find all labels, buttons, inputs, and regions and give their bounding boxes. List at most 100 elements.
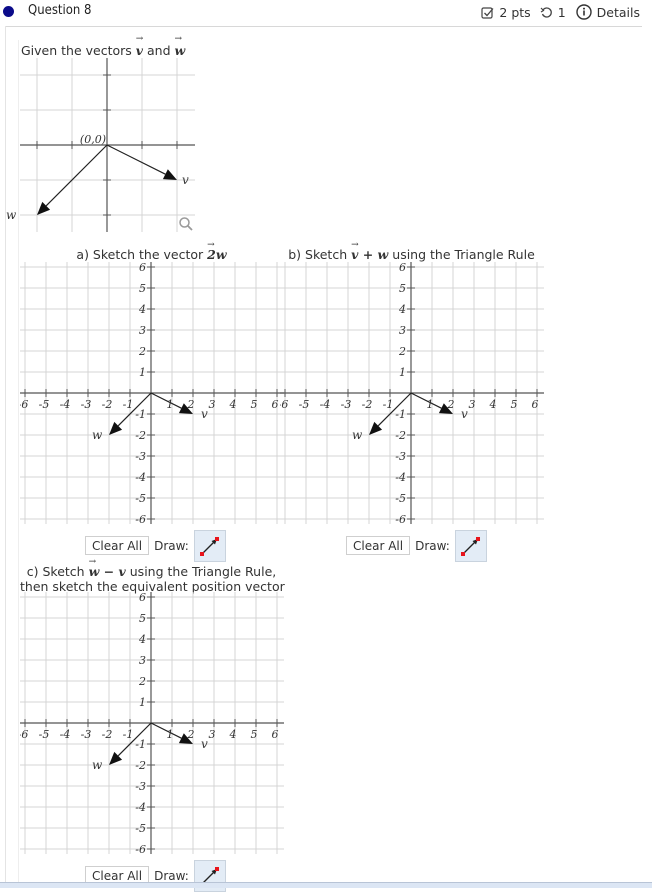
part-b-graph[interactable]: -6-5-4-3-2-1123456654321-1-2-3-4-5-6vw bbox=[280, 262, 544, 524]
x-tick-label: -6 bbox=[20, 728, 28, 741]
details-link[interactable]: Details bbox=[597, 5, 640, 20]
y-tick-label: -4 bbox=[135, 471, 146, 484]
part-b-clear-all-button[interactable]: Clear All bbox=[346, 536, 411, 555]
part-c-title-suffix: using the Triangle Rule, bbox=[125, 564, 277, 579]
part-b-title-math: v + w bbox=[351, 238, 388, 262]
x-tick-label: 3 bbox=[469, 398, 476, 411]
vector-v-label: v bbox=[201, 407, 208, 421]
part-c-title: c) Sketch w − v using the Triangle Rule,… bbox=[20, 555, 285, 594]
part-c-title-math: w − v bbox=[89, 555, 126, 579]
y-tick-label: -5 bbox=[135, 822, 146, 835]
x-tick-label: 3 bbox=[209, 728, 216, 741]
y-tick-label: -5 bbox=[135, 492, 146, 505]
y-tick-label: 3 bbox=[139, 324, 146, 337]
draw-vector-icon bbox=[460, 536, 480, 556]
magnifier-icon[interactable] bbox=[178, 216, 194, 236]
y-tick-label: -5 bbox=[395, 492, 406, 505]
y-tick-label: 5 bbox=[139, 612, 146, 625]
x-tick-label: -5 bbox=[299, 398, 310, 411]
y-tick-label: 2 bbox=[398, 345, 406, 358]
checkbox-icon bbox=[481, 6, 494, 19]
question-status-dot bbox=[3, 6, 14, 17]
given-prompt: Given the vectors v and w bbox=[21, 34, 186, 58]
x-tick-label: 1 bbox=[167, 728, 174, 741]
part-a-controls: Clear All Draw: bbox=[85, 529, 226, 562]
vector-v-label: v bbox=[182, 173, 189, 187]
part-c-title-line1: c) Sketch w − v using the Triangle Rule, bbox=[20, 555, 283, 579]
x-tick-label: -6 bbox=[20, 398, 28, 411]
part-a-draw-label: Draw: bbox=[154, 538, 189, 553]
y-tick-label: -3 bbox=[395, 450, 406, 463]
x-tick-label: 3 bbox=[209, 398, 216, 411]
points-value: 2 pts bbox=[499, 4, 531, 20]
x-tick-label: 5 bbox=[511, 398, 518, 411]
y-tick-label: -4 bbox=[135, 801, 146, 814]
y-tick-label: 6 bbox=[139, 262, 146, 274]
x-tick-label: -4 bbox=[60, 398, 71, 411]
part-a-graph[interactable]: -6-5-4-3-2-1123456654321-1-2-3-4-5-6vw bbox=[20, 262, 284, 524]
y-tick-label: -6 bbox=[135, 513, 146, 524]
x-tick-label: -4 bbox=[60, 728, 71, 741]
x-tick-label: 5 bbox=[251, 398, 258, 411]
question-left-border bbox=[5, 26, 6, 887]
vector-v-label: v bbox=[461, 407, 468, 421]
y-tick-label: -1 bbox=[135, 738, 146, 751]
y-tick-label: 4 bbox=[138, 633, 146, 646]
vector-w-arrow bbox=[37, 144, 108, 215]
vector-w-label: w bbox=[92, 428, 103, 442]
content-border bbox=[18, 40, 19, 885]
x-tick-label: -2 bbox=[102, 398, 113, 411]
y-tick-label: 1 bbox=[139, 366, 146, 379]
x-tick-label: 5 bbox=[251, 728, 258, 741]
part-a-title-math: 2w bbox=[207, 238, 226, 262]
vector-v-arrow bbox=[106, 144, 177, 180]
y-tick-label: 5 bbox=[399, 282, 406, 295]
x-tick-label: -1 bbox=[123, 398, 134, 411]
y-tick-label: -2 bbox=[135, 429, 146, 442]
y-tick-label: 5 bbox=[139, 282, 146, 295]
y-tick-label: -1 bbox=[395, 408, 406, 421]
header-divider bbox=[5, 26, 642, 27]
vector-w-label: w bbox=[92, 758, 103, 772]
part-a-clear-all-button[interactable]: Clear All bbox=[85, 536, 150, 555]
x-tick-label: -3 bbox=[81, 398, 92, 411]
part-b-title-text: b) Sketch bbox=[288, 247, 352, 262]
x-tick-label: 4 bbox=[229, 728, 237, 741]
retry-icon[interactable] bbox=[540, 6, 553, 19]
x-tick-label: 4 bbox=[489, 398, 497, 411]
x-tick-label: -2 bbox=[102, 728, 113, 741]
part-c-title-text: c) Sketch bbox=[26, 564, 89, 579]
part-a-title: a) Sketch the vector 2w bbox=[20, 238, 283, 262]
x-tick-label: 4 bbox=[229, 398, 237, 411]
part-b-draw-vector-button[interactable] bbox=[454, 529, 487, 562]
bottom-toolbar bbox=[0, 882, 652, 888]
y-tick-label: -6 bbox=[135, 843, 146, 854]
y-tick-label: 2 bbox=[138, 345, 146, 358]
draw-vector-icon bbox=[199, 536, 219, 556]
vector-w-symbol: w bbox=[175, 34, 186, 58]
y-tick-label: -2 bbox=[395, 429, 406, 442]
y-tick-label: 4 bbox=[138, 303, 146, 316]
y-tick-label: -3 bbox=[135, 780, 146, 793]
y-tick-label: 6 bbox=[399, 262, 406, 274]
prompt-and: and bbox=[143, 43, 175, 58]
x-tick-label: 1 bbox=[427, 398, 434, 411]
part-b-title-suffix: using the Triangle Rule bbox=[388, 247, 535, 262]
x-tick-label: 6 bbox=[272, 728, 279, 741]
part-c-graph[interactable]: -6-5-4-3-2-1123456654321-1-2-3-4-5-6vw bbox=[20, 592, 284, 854]
vector-w-label: w bbox=[352, 428, 363, 442]
y-tick-label: 1 bbox=[139, 696, 146, 709]
x-tick-label: -5 bbox=[39, 398, 50, 411]
y-tick-label: 2 bbox=[138, 675, 146, 688]
attempts-value: 1 bbox=[557, 4, 566, 20]
x-tick-label: -5 bbox=[39, 728, 50, 741]
y-tick-label: -4 bbox=[395, 471, 406, 484]
origin-label: (0,0) bbox=[80, 133, 106, 146]
x-tick-label: -4 bbox=[320, 398, 331, 411]
part-b-controls: Clear All Draw: bbox=[346, 529, 487, 562]
x-tick-label: 1 bbox=[167, 398, 174, 411]
part-a-draw-vector-button[interactable] bbox=[193, 529, 226, 562]
vector-v-symbol: v bbox=[136, 34, 144, 58]
question-header: Question 8 2 pts 1 Details bbox=[0, 0, 652, 26]
info-icon[interactable] bbox=[575, 4, 592, 20]
